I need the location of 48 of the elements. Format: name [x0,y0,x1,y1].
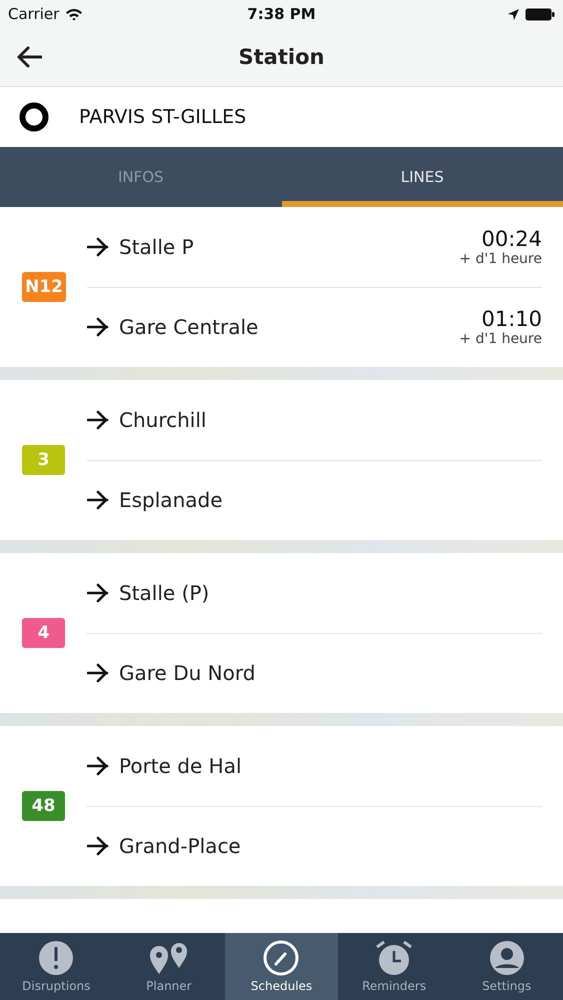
location-arrow-icon [508,8,519,20]
arrow-right-icon [87,756,109,776]
line-number-badge: N12 [22,272,66,302]
wifi-icon [65,8,84,20]
time-note: + d'1 heure [459,331,542,348]
line-number-badge: 48 [22,791,65,821]
direction-row[interactable]: Porte de Hal [87,726,542,806]
line-number-badge: 3 [22,445,65,475]
tab[interactable]: LINES [282,147,563,207]
back-arrow-icon[interactable] [16,46,42,68]
time-note: + d'1 heure [459,250,542,267]
arrow-right-icon [87,410,109,430]
direction-row[interactable]: Stalle P 00:24 + d'1 heure [87,207,542,286]
departure-time: 00:24 [481,226,542,251]
tab-bar-item[interactable]: Schedules [225,933,338,1000]
tab-bar-item[interactable]: Planner [112,933,226,1000]
alarm-clock-icon [375,940,414,976]
tab-bar-item[interactable]: Disruptions [0,933,113,1000]
destination-label: Porte de Hal [119,754,243,778]
alert-icon [38,940,74,976]
arrow-right-icon [87,836,109,856]
destination-label: Stalle P [119,234,195,259]
arrow-right-icon [87,317,109,338]
compass-icon [263,940,300,976]
line-number-badge: 4 [22,618,65,648]
destination-label: Stalle (P) [119,580,210,605]
carrier-label: Carrier [8,5,60,23]
departure-time: 01:10 [481,307,542,332]
screen-title: Station [238,45,324,69]
arrow-right-icon [87,490,109,510]
station-name: PARVIS ST-GILLES [79,106,246,128]
arrow-right-icon [87,236,109,257]
destination-label: Gare Centrale [119,315,260,340]
direction-row[interactable]: Churchill [87,380,542,460]
destination-label: Churchill [119,408,208,432]
map-pins-icon [148,940,190,976]
tab-bar-item[interactable]: Reminders [338,933,450,1000]
destination-label: Esplanade [119,488,224,512]
station-ring-icon [19,102,49,132]
direction-row[interactable]: Stalle (P) [87,553,542,632]
destination-label: Grand-Place [119,834,242,858]
status-time: 7:38 PM [247,5,316,23]
arrow-right-icon [87,582,109,603]
destination-label: Gare Du Nord [119,661,256,686]
arrow-right-icon [87,663,109,684]
user-icon [488,940,525,976]
tab-bar-item[interactable]: Settings [450,933,563,1000]
battery-icon [525,8,555,20]
